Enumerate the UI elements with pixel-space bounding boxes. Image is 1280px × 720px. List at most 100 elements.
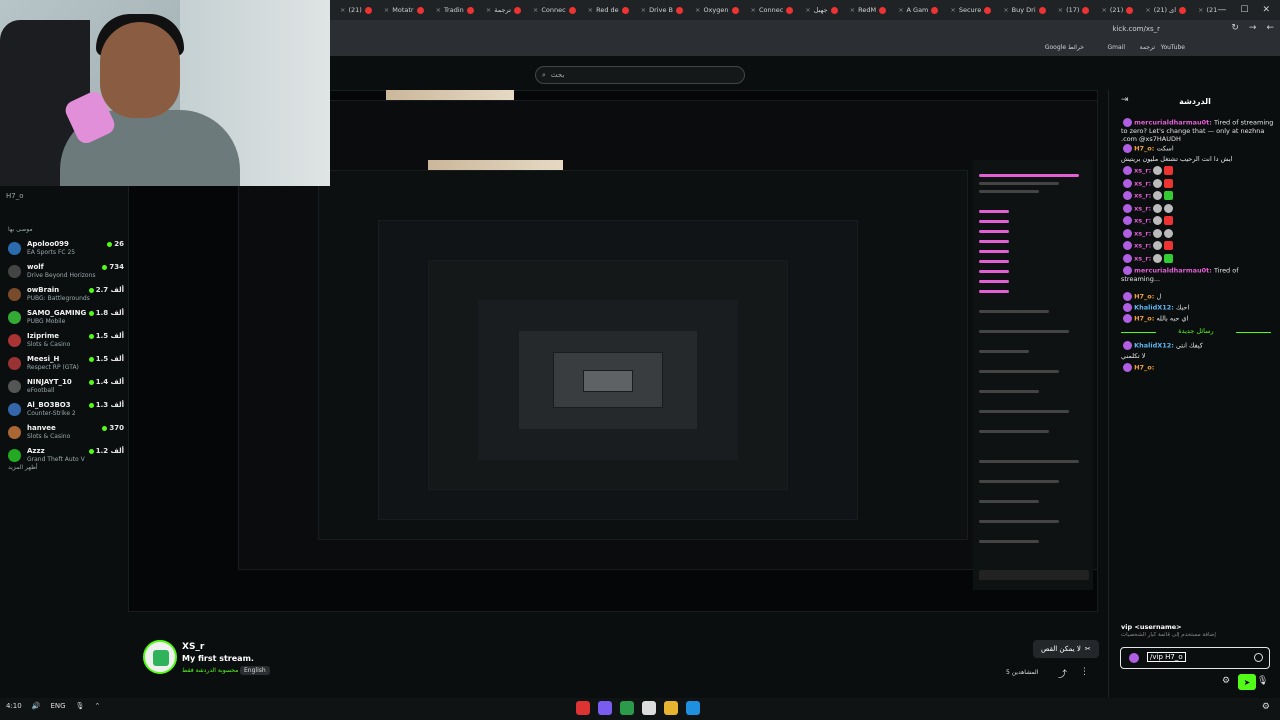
chat-username[interactable]: H7_o: <box>1134 293 1154 301</box>
tray-up-icon[interactable]: ⌃ <box>94 702 100 710</box>
close-tab-icon[interactable]: × <box>1003 6 1008 14</box>
search-input[interactable]: ⌕ بحث <box>535 66 745 84</box>
close-icon[interactable]: ✕ <box>1262 5 1270 15</box>
close-tab-icon[interactable]: × <box>1198 6 1203 14</box>
mic-tray-icon[interactable]: 🎙 <box>76 702 85 710</box>
clock[interactable]: 4:10 <box>6 702 22 710</box>
sidebar-channel[interactable]: Azzz Grand Theft Auto V 1.2 ألف <box>6 447 124 465</box>
mic-icon[interactable]: 🎙 <box>1257 676 1268 686</box>
more-options-icon[interactable]: ⋮ <box>1080 667 1089 677</box>
chat-username[interactable]: xs_r: <box>1134 167 1151 175</box>
minimize-icon[interactable]: — <box>1217 5 1226 15</box>
sidebar-channel[interactable]: hanvee Slots & Casino 370 <box>6 424 124 442</box>
volume-icon[interactable]: 🔊 <box>32 702 41 710</box>
emoji-icon[interactable] <box>1254 653 1263 662</box>
browser-tab[interactable]: × A Gam <box>894 2 942 18</box>
chat-username[interactable]: H7_o: <box>1134 364 1154 372</box>
browser-tab[interactable]: × Drive B <box>637 2 687 18</box>
browser-tab[interactable]: × Secure <box>946 2 995 18</box>
sidebar-channel[interactable]: Al_BO3BO3 Counter-Strike 2 1.3 ألف <box>6 401 124 419</box>
clip-button[interactable]: لا يمكن القص ✂ <box>1033 640 1099 658</box>
close-tab-icon[interactable]: × <box>950 6 955 14</box>
chat-username[interactable]: mercurialdharmau0t: <box>1134 267 1212 275</box>
close-tab-icon[interactable]: × <box>850 6 855 14</box>
stream-category[interactable]: محسوبة الدردشة فقط <box>182 667 238 674</box>
maximize-icon[interactable]: ☐ <box>1240 5 1248 15</box>
command-suggestion[interactable]: vip <username> إضافة مستخدم إلى قائمة كب… <box>1121 623 1271 638</box>
close-tab-icon[interactable]: × <box>751 6 756 14</box>
close-tab-icon[interactable]: × <box>1101 6 1106 14</box>
chat-username[interactable]: xs_r: <box>1134 204 1151 212</box>
show-more-link[interactable]: أظهر المزيد <box>8 464 38 471</box>
sidebar-channel[interactable]: Apoloo099 EA Sports FC 25 26 <box>6 240 124 258</box>
browser-tab[interactable]: × (21) <box>1097 2 1137 18</box>
bookmark-maps[interactable]: Google خرائط <box>1045 44 1084 51</box>
sidebar-channel[interactable]: SAMO_GAMING PUBG Mobile 1.8 ألف <box>6 309 124 327</box>
forward-icon[interactable]: → <box>1249 23 1257 33</box>
browser-tab[interactable]: × Connec <box>529 2 580 18</box>
close-tab-icon[interactable]: × <box>805 6 810 14</box>
close-tab-icon[interactable]: × <box>1145 6 1150 14</box>
browser-tab[interactable]: × Motatr <box>380 2 428 18</box>
chat-username[interactable]: xs_r: <box>1134 254 1151 262</box>
emote-icon[interactable] <box>1129 653 1139 663</box>
chat-settings-icon[interactable]: ⚙ <box>1222 676 1230 686</box>
browser-tab[interactable]: × Tradin <box>432 2 478 18</box>
chat-username[interactable]: mercurialdharmau0t: <box>1134 119 1212 127</box>
chat-username[interactable]: xs_r: <box>1134 192 1151 200</box>
url-field[interactable]: kick.com/xs_r <box>1112 25 1160 33</box>
sidebar-channel[interactable]: owBrain PUBG: Battlegrounds 2.7 ألف <box>6 286 124 304</box>
close-tab-icon[interactable]: × <box>695 6 700 14</box>
folder-icon[interactable] <box>664 701 678 715</box>
back-icon[interactable]: ← <box>1266 23 1274 33</box>
close-tab-icon[interactable]: × <box>898 6 903 14</box>
close-tab-icon[interactable]: × <box>436 6 441 14</box>
sidebar-channel[interactable]: wolf Drive Beyond Horizons 734 <box>6 263 124 281</box>
chat-username[interactable]: xs_r: <box>1134 229 1151 237</box>
sidebar-channel[interactable]: Meesi_H Respect RP (GTA) 1.5 ألف <box>6 355 124 373</box>
start-icon[interactable] <box>686 701 700 715</box>
app-icon[interactable] <box>576 701 590 715</box>
emote-icon <box>1164 216 1174 225</box>
language-indicator[interactable]: ENG <box>50 702 65 710</box>
channel-avatar[interactable] <box>143 640 177 674</box>
chat-username[interactable]: xs_r: <box>1134 217 1151 225</box>
browser-tab[interactable]: × (21) <box>336 2 376 18</box>
browser-tab[interactable]: × Connec <box>747 2 798 18</box>
chat-username[interactable]: KhalidX12: <box>1134 304 1174 312</box>
browser-tab[interactable]: × (17) <box>1054 2 1094 18</box>
settings-tray-icon[interactable]: ⚙ <box>1262 702 1270 712</box>
browser-tab[interactable]: × Red de <box>584 2 633 18</box>
bookmark-translate[interactable]: ترجمة <box>1140 44 1155 51</box>
browser-tab[interactable]: × Oxygen <box>691 2 743 18</box>
browser-tab[interactable]: × RedM <box>846 2 890 18</box>
channel-name[interactable]: XS_r <box>182 642 204 652</box>
browser-tab[interactable]: × جهبل <box>801 2 841 18</box>
chat-input[interactable]: /vip H7_o <box>1120 647 1270 669</box>
send-chat-button[interactable]: ➤ <box>1238 674 1256 690</box>
close-tab-icon[interactable]: × <box>588 6 593 14</box>
app-icon[interactable] <box>642 701 656 715</box>
close-tab-icon[interactable]: × <box>641 6 646 14</box>
chat-username[interactable]: H7_o: <box>1134 145 1154 153</box>
sidebar-channel[interactable]: NINJAYT_10 eFootball 1.4 ألف <box>6 378 124 396</box>
close-tab-icon[interactable]: × <box>533 6 538 14</box>
browser-tab[interactable]: × ترجمة <box>482 2 525 18</box>
close-tab-icon[interactable]: × <box>1058 6 1063 14</box>
chat-username[interactable]: KhalidX12: <box>1134 342 1174 350</box>
bookmark-youtube[interactable]: YouTube <box>1161 44 1185 51</box>
close-tab-icon[interactable]: × <box>486 6 491 14</box>
close-tab-icon[interactable]: × <box>384 6 389 14</box>
app-icon[interactable] <box>598 701 612 715</box>
bookmark-gmail[interactable]: Gmail <box>1107 44 1125 51</box>
browser-tab[interactable]: ×(21) ای <box>1141 2 1190 18</box>
chat-username[interactable]: H7_o: <box>1134 315 1154 323</box>
chat-username[interactable]: xs_r: <box>1134 179 1151 187</box>
chat-username[interactable]: xs_r: <box>1134 242 1151 250</box>
share-icon[interactable]: ⤴ <box>1058 667 1067 680</box>
chrome-icon[interactable] <box>620 701 634 715</box>
browser-tab[interactable]: × Buy Dri <box>999 2 1049 18</box>
sidebar-channel[interactable]: Iziprime Slots & Casino 1.5 ألف <box>6 332 124 350</box>
close-tab-icon[interactable]: × <box>340 6 345 14</box>
reload-icon[interactable]: ↻ <box>1231 23 1239 33</box>
